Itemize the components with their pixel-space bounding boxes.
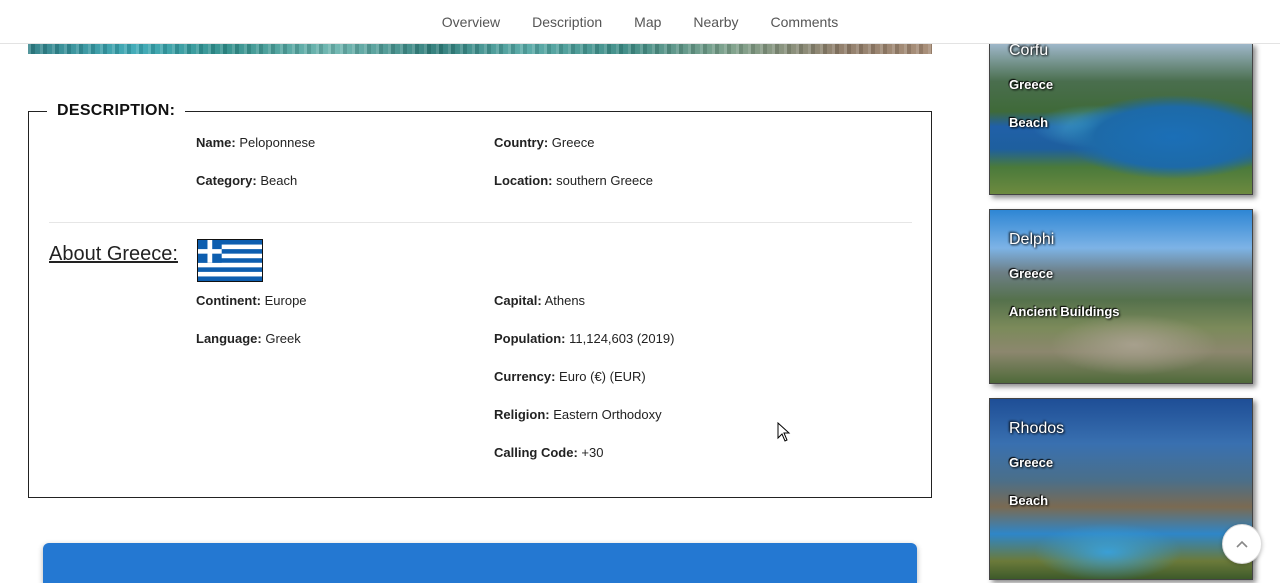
mouse-pointer-icon [777,422,791,442]
description-heading: DESCRIPTION: [47,102,186,120]
tab-comments[interactable]: Comments [771,14,839,30]
card-title: Corfu [1009,43,1049,59]
location-field: Location: southern Greece [494,173,653,188]
hero-image [28,43,932,54]
continent-label: Continent: [196,293,261,308]
location-value: southern Greece [556,173,653,188]
category-label: Category: [196,173,257,188]
tab-nearby[interactable]: Nearby [693,14,738,30]
category-value: Beach [260,173,298,188]
card-category: Beach [1009,493,1049,508]
card-category: Ancient Buildings [1009,304,1120,319]
scroll-to-top-button[interactable] [1222,524,1262,564]
location-label: Location: [494,173,553,188]
language-value: Greek [265,331,301,346]
category-field: Category: Beach [196,173,297,188]
name-label: Name: [196,135,236,150]
card-country: Greece [1009,455,1054,470]
capital-label: Capital: [494,293,542,308]
population-field: Population: 11,124,603 (2019) [494,331,674,346]
comments-panel-header [43,543,917,583]
capital-field: Capital: Athens [494,293,585,308]
tab-description[interactable]: Description [532,14,602,30]
nearby-card-corfu[interactable]: Corfu Greece Beach [989,43,1253,195]
tab-overview[interactable]: Overview [442,14,500,30]
description-box: DESCRIPTION: Name: Peloponnese Country: … [28,102,932,498]
capital-value: Athens [544,293,586,308]
religion-field: Religion: Eastern Orthodoxy [494,407,662,422]
continent-value: Europe [264,293,307,308]
tab-map[interactable]: Map [634,14,661,30]
calling-code-label: Calling Code: [494,445,578,460]
nearby-card-delphi[interactable]: Delphi Greece Ancient Buildings [989,209,1253,384]
currency-field: Currency: Euro (€) (EUR) [494,369,646,384]
religion-value: Eastern Orthodoxy [553,407,662,422]
card-category: Beach [1009,115,1049,130]
language-field: Language: Greek [196,331,301,346]
card-title: Rhodos [1009,420,1065,437]
currency-label: Currency: [494,369,556,384]
language-label: Language: [196,331,262,346]
card-title: Delphi [1009,231,1055,248]
calling-code-field: Calling Code: +30 [494,445,603,460]
continent-field: Continent: Europe [196,293,307,308]
population-value: 11,124,603 (2019) [569,331,675,346]
nearby-card-rhodos[interactable]: Rhodos Greece Beach [989,398,1253,580]
calling-code-value: +30 [581,445,604,460]
chevron-up-icon [1236,540,1248,548]
religion-label: Religion: [494,407,550,422]
name-field: Name: Peloponnese [196,135,315,150]
country-label: Country: [494,135,549,150]
divider [49,222,912,223]
about-country-link[interactable]: About Greece: [49,243,178,266]
name-value: Peloponnese [239,135,316,150]
population-label: Population: [494,331,566,346]
country-value: Greece [551,135,595,150]
card-country: Greece [1009,77,1054,92]
section-nav: Overview Description Map Nearby Comments [0,0,1280,44]
country-field: Country: Greece [494,135,594,150]
greece-flag-icon [197,239,263,282]
card-country: Greece [1009,266,1054,281]
currency-value: Euro (€) (EUR) [559,369,646,384]
